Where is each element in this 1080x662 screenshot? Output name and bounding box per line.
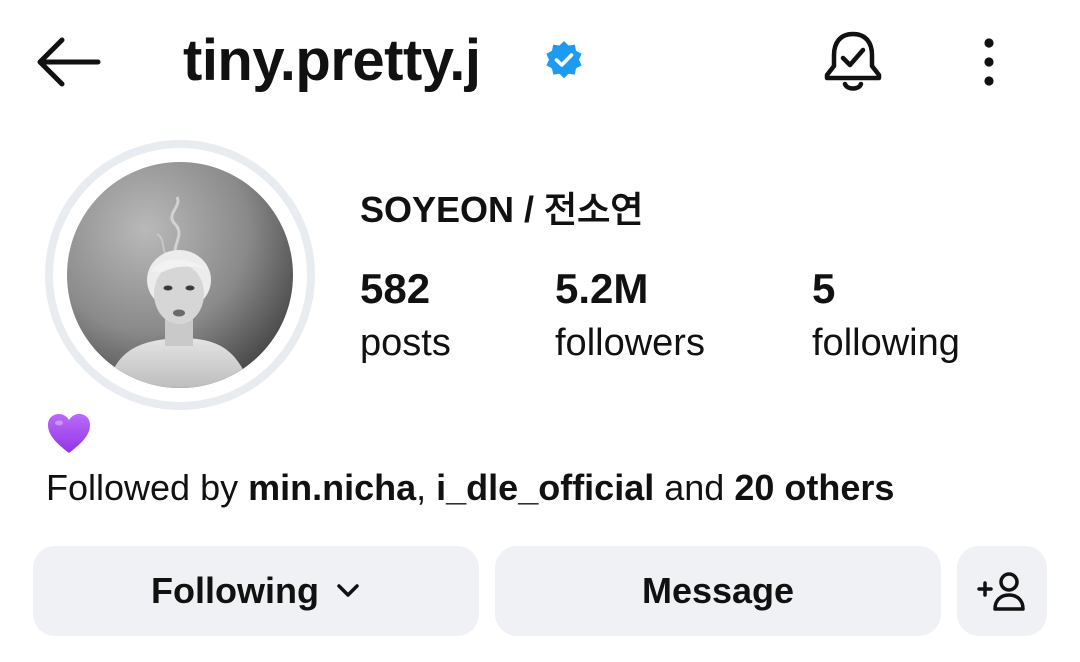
following-count: 5	[812, 265, 836, 312]
avatar[interactable]	[67, 162, 293, 388]
message-button-label: Message	[641, 570, 795, 611]
add-user-button[interactable]	[957, 546, 1047, 636]
following-label: following	[812, 322, 960, 364]
chevron-down-icon	[337, 584, 359, 597]
more-options-icon[interactable]	[974, 36, 1004, 88]
followers-stat[interactable]: 5.2M followers	[555, 262, 705, 370]
following-button-label: Following	[151, 570, 319, 611]
following-stat[interactable]: 5 following	[812, 262, 960, 370]
purple-heart-icon	[48, 414, 90, 453]
followed-by-user-2[interactable]: i_dle_official	[436, 467, 654, 508]
followed-by-separator: ,	[416, 467, 437, 508]
profile-page: tiny.pretty.j SOYEON / 전소연 582 posts 5.2…	[0, 0, 1080, 662]
posts-count: 582	[360, 265, 431, 312]
verified-badge-icon	[546, 41, 582, 79]
followers-count: 5.2M	[555, 265, 649, 312]
posts-label: posts	[360, 322, 451, 364]
followed-by-prefix: Followed by	[46, 467, 249, 508]
followed-by-text[interactable]: Followed by min.nicha, i_dle_official an…	[46, 464, 894, 512]
back-arrow-icon[interactable]	[34, 36, 102, 88]
followed-by-user-1[interactable]: min.nicha	[248, 467, 416, 508]
posts-stat[interactable]: 582 posts	[360, 262, 451, 370]
followed-by-others[interactable]: 20 others	[734, 467, 894, 508]
following-button[interactable]: Following	[33, 546, 479, 636]
notification-bell-icon[interactable]	[822, 28, 884, 94]
add-user-icon	[977, 572, 1025, 611]
profile-username: tiny.pretty.j	[183, 28, 481, 93]
display-name: SOYEON / 전소연	[360, 189, 644, 230]
followed-by-middle: and	[654, 467, 735, 508]
followers-label: followers	[555, 322, 705, 364]
message-button[interactable]: Message	[495, 546, 941, 636]
